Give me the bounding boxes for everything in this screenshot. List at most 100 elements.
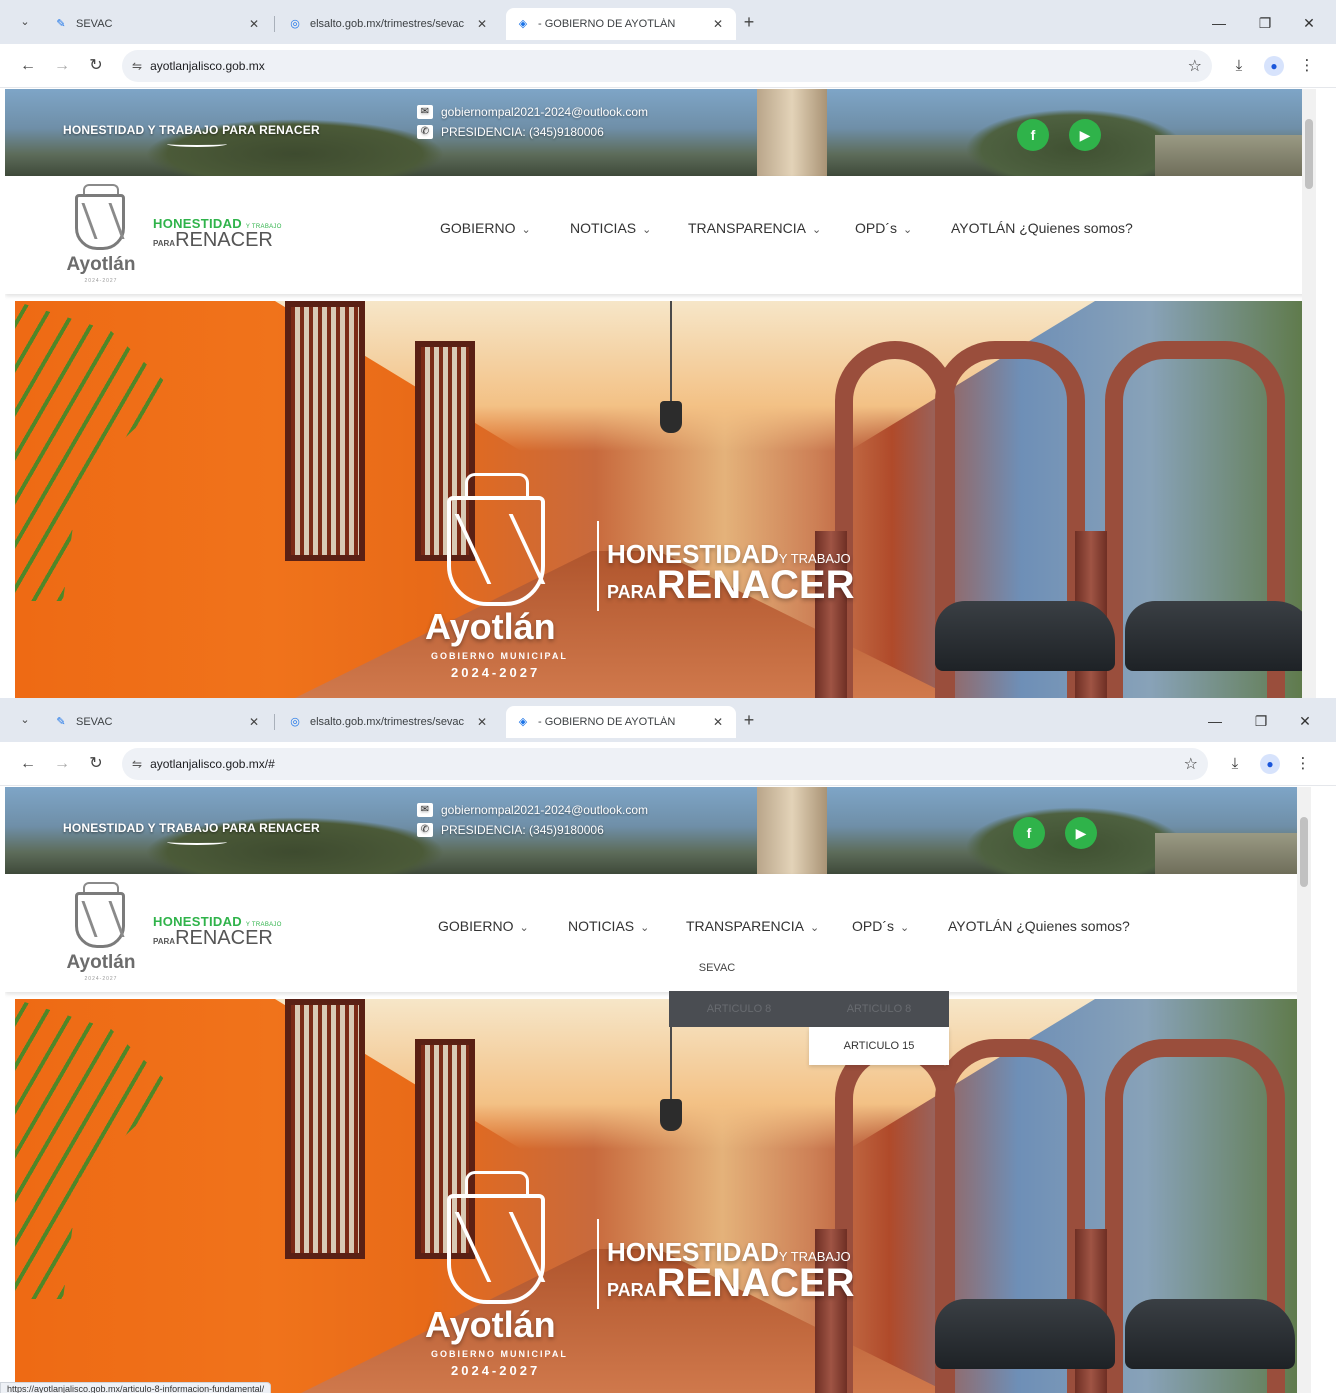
back-icon[interactable]: ← — [16, 752, 40, 776]
topbar-roof-image — [1155, 135, 1315, 176]
site-info-icon[interactable]: ⇋ — [132, 757, 142, 771]
chevron-down-icon: ⌄ — [809, 922, 820, 934]
restore-button[interactable]: ❐ — [1250, 10, 1280, 36]
dropdown-item-sevac[interactable]: SEVAC — [667, 958, 767, 978]
hero-crest-shield — [447, 496, 545, 606]
menu-gobierno[interactable]: GOBIERNO ⌄ — [438, 918, 529, 934]
site-icon: ◈ — [518, 716, 528, 728]
tab-search-icon[interactable]: ⌄ — [14, 710, 36, 730]
close-window-button[interactable]: ✕ — [1290, 708, 1320, 734]
new-tab-button[interactable]: + — [738, 710, 760, 732]
restore-button[interactable]: ❐ — [1246, 708, 1276, 734]
page-scrollbar[interactable] — [1302, 89, 1316, 698]
email-text: gobiernompal2021-2024@outlook.com — [441, 105, 648, 119]
minimize-button[interactable]: — — [1200, 708, 1230, 734]
chevron-down-icon: ⌄ — [521, 224, 531, 236]
hero-years: 2024-2027 — [451, 665, 541, 680]
globe-icon: ◎ — [290, 18, 300, 30]
close-tab-icon[interactable]: ✕ — [246, 715, 262, 729]
contact-phone[interactable]: ✆ PRESIDENCIA: (345)9180006 — [417, 823, 604, 837]
new-tab-button[interactable]: + — [738, 12, 760, 34]
chevron-down-icon: ⌄ — [640, 922, 650, 934]
facebook-icon[interactable]: f — [1013, 817, 1045, 849]
site-navbar: Ayotlán 2024-2027 HONESTIDAD Y TRABAJO P… — [5, 176, 1316, 294]
contact-email[interactable]: ✉ gobiernompal2021-2024@outlook.com — [417, 105, 648, 119]
forward-icon[interactable]: → — [50, 752, 74, 776]
tab-ayotlan[interactable]: ◈ - GOBIERNO DE AYOTLÁN ✕ — [506, 706, 736, 738]
facebook-icon[interactable]: f — [1017, 119, 1049, 151]
close-tab-icon[interactable]: ✕ — [246, 17, 262, 31]
tab-ayotlan[interactable]: ◈ - GOBIERNO DE AYOTLÁN ✕ — [506, 8, 736, 40]
tab-sevac[interactable]: ✎ SEVAC ✕ — [44, 8, 272, 40]
menu-transparencia[interactable]: TRANSPARENCIA ⌄ — [686, 918, 819, 934]
brand-para: PARA — [153, 239, 176, 248]
close-tab-icon[interactable]: ✕ — [710, 715, 726, 729]
download-icon[interactable]: ⤓ — [1228, 55, 1250, 77]
menu-ayotlan-quienes-somos[interactable]: AYOTLÁN ¿Quienes somos? — [951, 220, 1133, 236]
tab-elsalto[interactable]: ◎ elsalto.gob.mx/trimestres/sevac ✕ — [278, 706, 500, 738]
menu-noticias[interactable]: NOTICIAS ⌄ — [570, 220, 651, 236]
menu-gobierno[interactable]: GOBIERNO ⌄ — [440, 220, 531, 236]
menu-transparencia[interactable]: TRANSPARENCIA ⌄ — [688, 220, 821, 236]
logo-name: Ayotlán — [66, 254, 136, 275]
youtube-icon[interactable]: ▶ — [1069, 119, 1101, 151]
site-topbar: HONESTIDAD Y TRABAJO PARA RENACER ✉ gobi… — [5, 89, 1316, 176]
logo-name: Ayotlán — [66, 952, 136, 973]
dropdown-item-articulo-8[interactable]: ARTICULO 8 — [669, 991, 809, 1027]
hero-sub: GOBIERNO MUNICIPAL — [431, 1349, 568, 1359]
menu-noticias[interactable]: NOTICIAS ⌄ — [568, 918, 649, 934]
chevron-down-icon: ⌄ — [900, 922, 910, 934]
bookmark-star-icon[interactable]: ☆ — [1184, 754, 1198, 774]
site-info-icon[interactable]: ⇋ — [132, 59, 142, 73]
brand-renacer: RENACER — [175, 229, 273, 251]
page-scrollbar[interactable] — [1297, 787, 1311, 1393]
profile-avatar[interactable]: ● — [1260, 754, 1280, 774]
address-bar[interactable]: ⇋ ayotlanjalisco.gob.mx ☆ — [122, 50, 1212, 82]
phone-text: PRESIDENCIA: (345)9180006 — [441, 125, 604, 139]
back-icon[interactable]: ← — [16, 54, 40, 78]
tab-title: SEVAC — [76, 716, 113, 728]
forward-icon[interactable]: → — [50, 54, 74, 78]
kebab-menu-icon[interactable]: ⋮ — [1296, 55, 1318, 77]
kebab-menu-icon[interactable]: ⋮ — [1292, 753, 1314, 775]
address-bar[interactable]: ⇋ ayotlanjalisco.gob.mx/# ☆ — [122, 748, 1208, 780]
contact-phone[interactable]: ✆ PRESIDENCIA: (345)9180006 — [417, 125, 604, 139]
bookmark-star-icon[interactable]: ☆ — [1188, 56, 1202, 76]
browser-toolbar: ← → ↻ ⇋ ayotlanjalisco.gob.mx ☆ ⤓ ● ⋮ — [0, 44, 1336, 88]
dropdown-item-articulo-8-alt[interactable]: ARTICULO 8 — [809, 991, 949, 1027]
reload-icon[interactable]: ↻ — [84, 54, 108, 78]
url-text: ayotlanjalisco.gob.mx — [150, 59, 265, 73]
topbar-roof-image — [1155, 833, 1311, 874]
close-window-button[interactable]: ✕ — [1294, 10, 1324, 36]
email-text: gobiernompal2021-2024@outlook.com — [441, 803, 648, 817]
site-logo[interactable]: Ayotlán 2024-2027 — [59, 882, 143, 986]
slogan-swoosh — [167, 141, 227, 147]
brand-renacer: RENACER — [175, 927, 273, 949]
scrollbar-thumb[interactable] — [1300, 817, 1308, 887]
tab-search-icon[interactable]: ⌄ — [14, 12, 36, 32]
youtube-icon[interactable]: ▶ — [1065, 817, 1097, 849]
tab-sevac[interactable]: ✎ SEVAC ✕ — [44, 706, 272, 738]
profile-avatar[interactable]: ● — [1264, 56, 1284, 76]
menu-opds[interactable]: OPD´s ⌄ — [852, 918, 909, 934]
chevron-down-icon: ⌄ — [519, 922, 529, 934]
dropdown-item-articulo-15[interactable]: ARTICULO 15 — [809, 1027, 949, 1065]
download-icon[interactable]: ⤓ — [1224, 753, 1246, 775]
menu-ayotlan-quienes-somos[interactable]: AYOTLÁN ¿Quienes somos? — [948, 918, 1130, 934]
sevac-icon: ✎ — [56, 18, 66, 30]
reload-icon[interactable]: ↻ — [84, 752, 108, 776]
browser-window-1: ⌄ ✎ SEVAC ✕ ◎ elsalto.gob.mx/trimestres/… — [0, 0, 1336, 698]
phone-icon: ✆ — [417, 125, 433, 139]
site-logo[interactable]: Ayotlán 2024-2027 — [59, 184, 143, 288]
contact-email[interactable]: ✉ gobiernompal2021-2024@outlook.com — [417, 803, 648, 817]
minimize-button[interactable]: — — [1204, 10, 1234, 36]
scrollbar-thumb[interactable] — [1305, 119, 1313, 189]
chevron-down-icon: ⌄ — [642, 224, 652, 236]
close-tab-icon[interactable]: ✕ — [710, 17, 726, 31]
menu-opds[interactable]: OPD´s ⌄ — [855, 220, 912, 236]
tab-elsalto[interactable]: ◎ elsalto.gob.mx/trimestres/sevac ✕ — [278, 8, 500, 40]
close-tab-icon[interactable]: ✕ — [474, 17, 490, 31]
browser-window-2: ⌄ ✎ SEVAC ✕ ◎ elsalto.gob.mx/trimestres/… — [0, 698, 1336, 1393]
tab-title: SEVAC — [76, 18, 113, 30]
close-tab-icon[interactable]: ✕ — [474, 715, 490, 729]
